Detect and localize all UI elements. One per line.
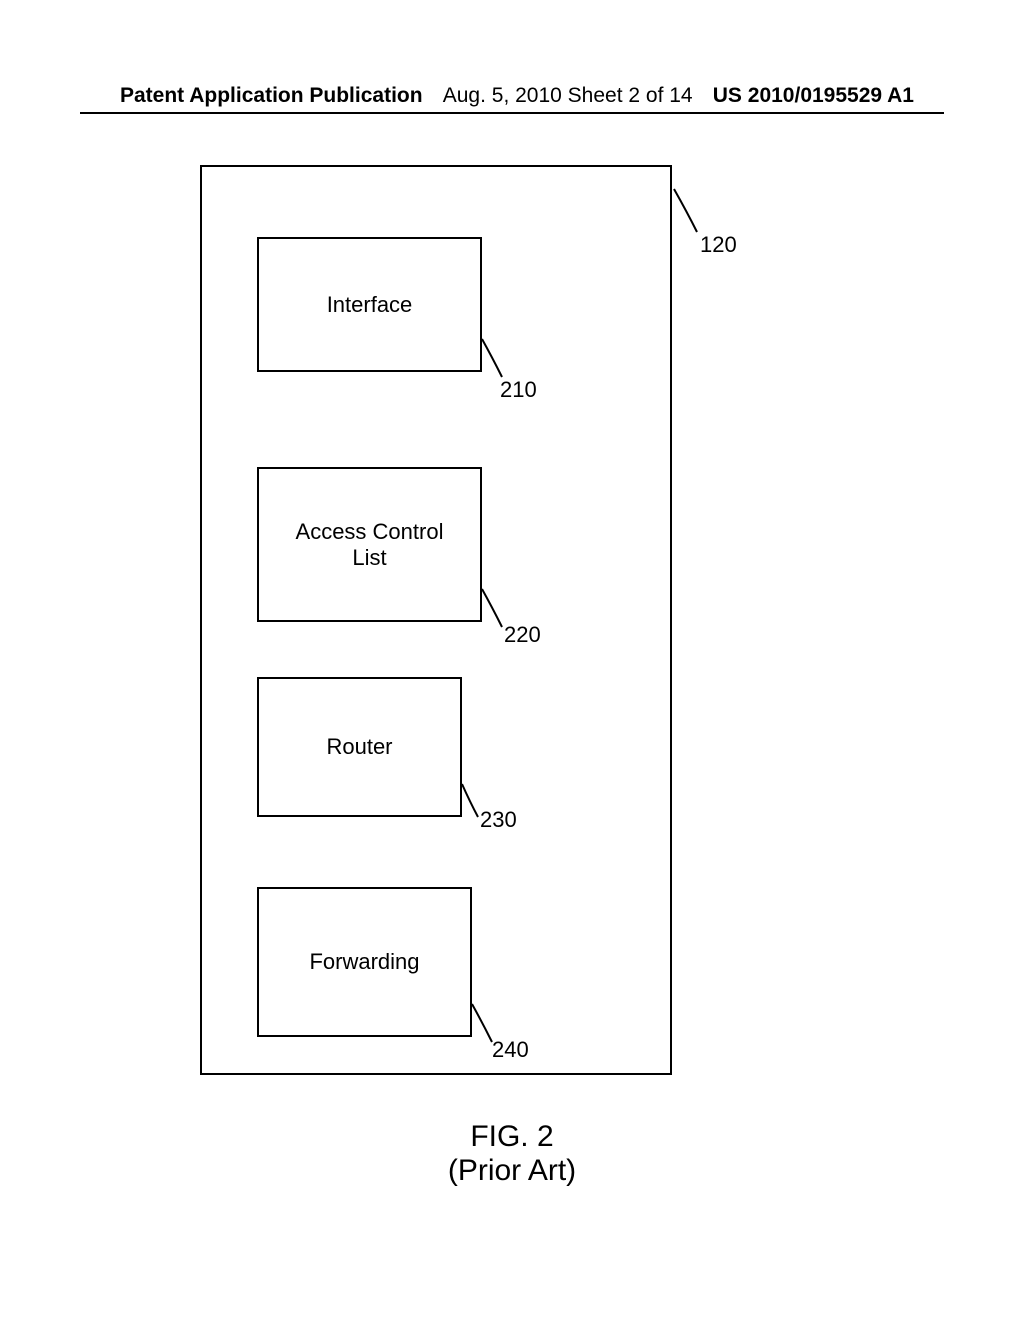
ref-router: 230 [480, 807, 517, 833]
header-right: US 2010/0195529 A1 [713, 84, 914, 108]
block-acl-label: Access Control List [296, 519, 444, 571]
ref-interface: 210 [500, 377, 537, 403]
header-center: Aug. 5, 2010 Sheet 2 of 14 [443, 84, 693, 108]
leader-line-outer [672, 187, 712, 237]
header-left: Patent Application Publication [120, 84, 423, 108]
block-interface: Interface [257, 237, 482, 372]
header-rule [80, 112, 944, 114]
block-forwarding-label: Forwarding [309, 949, 419, 975]
caption-line1: FIG. 2 [0, 1120, 1024, 1154]
block-router-label: Router [326, 734, 392, 760]
outer-container-box: 120 Interface 210 Access Control List 22… [200, 165, 672, 1075]
block-router: Router [257, 677, 462, 817]
ref-acl: 220 [504, 622, 541, 648]
ref-forwarding: 240 [492, 1037, 529, 1063]
block-acl: Access Control List [257, 467, 482, 622]
ref-outer: 120 [700, 232, 737, 258]
caption-line2: (Prior Art) [0, 1154, 1024, 1188]
block-forwarding: Forwarding [257, 887, 472, 1037]
figure-caption: FIG. 2 (Prior Art) [0, 1120, 1024, 1188]
block-interface-label: Interface [327, 292, 413, 318]
page-header: Patent Application Publication Aug. 5, 2… [0, 84, 1024, 108]
